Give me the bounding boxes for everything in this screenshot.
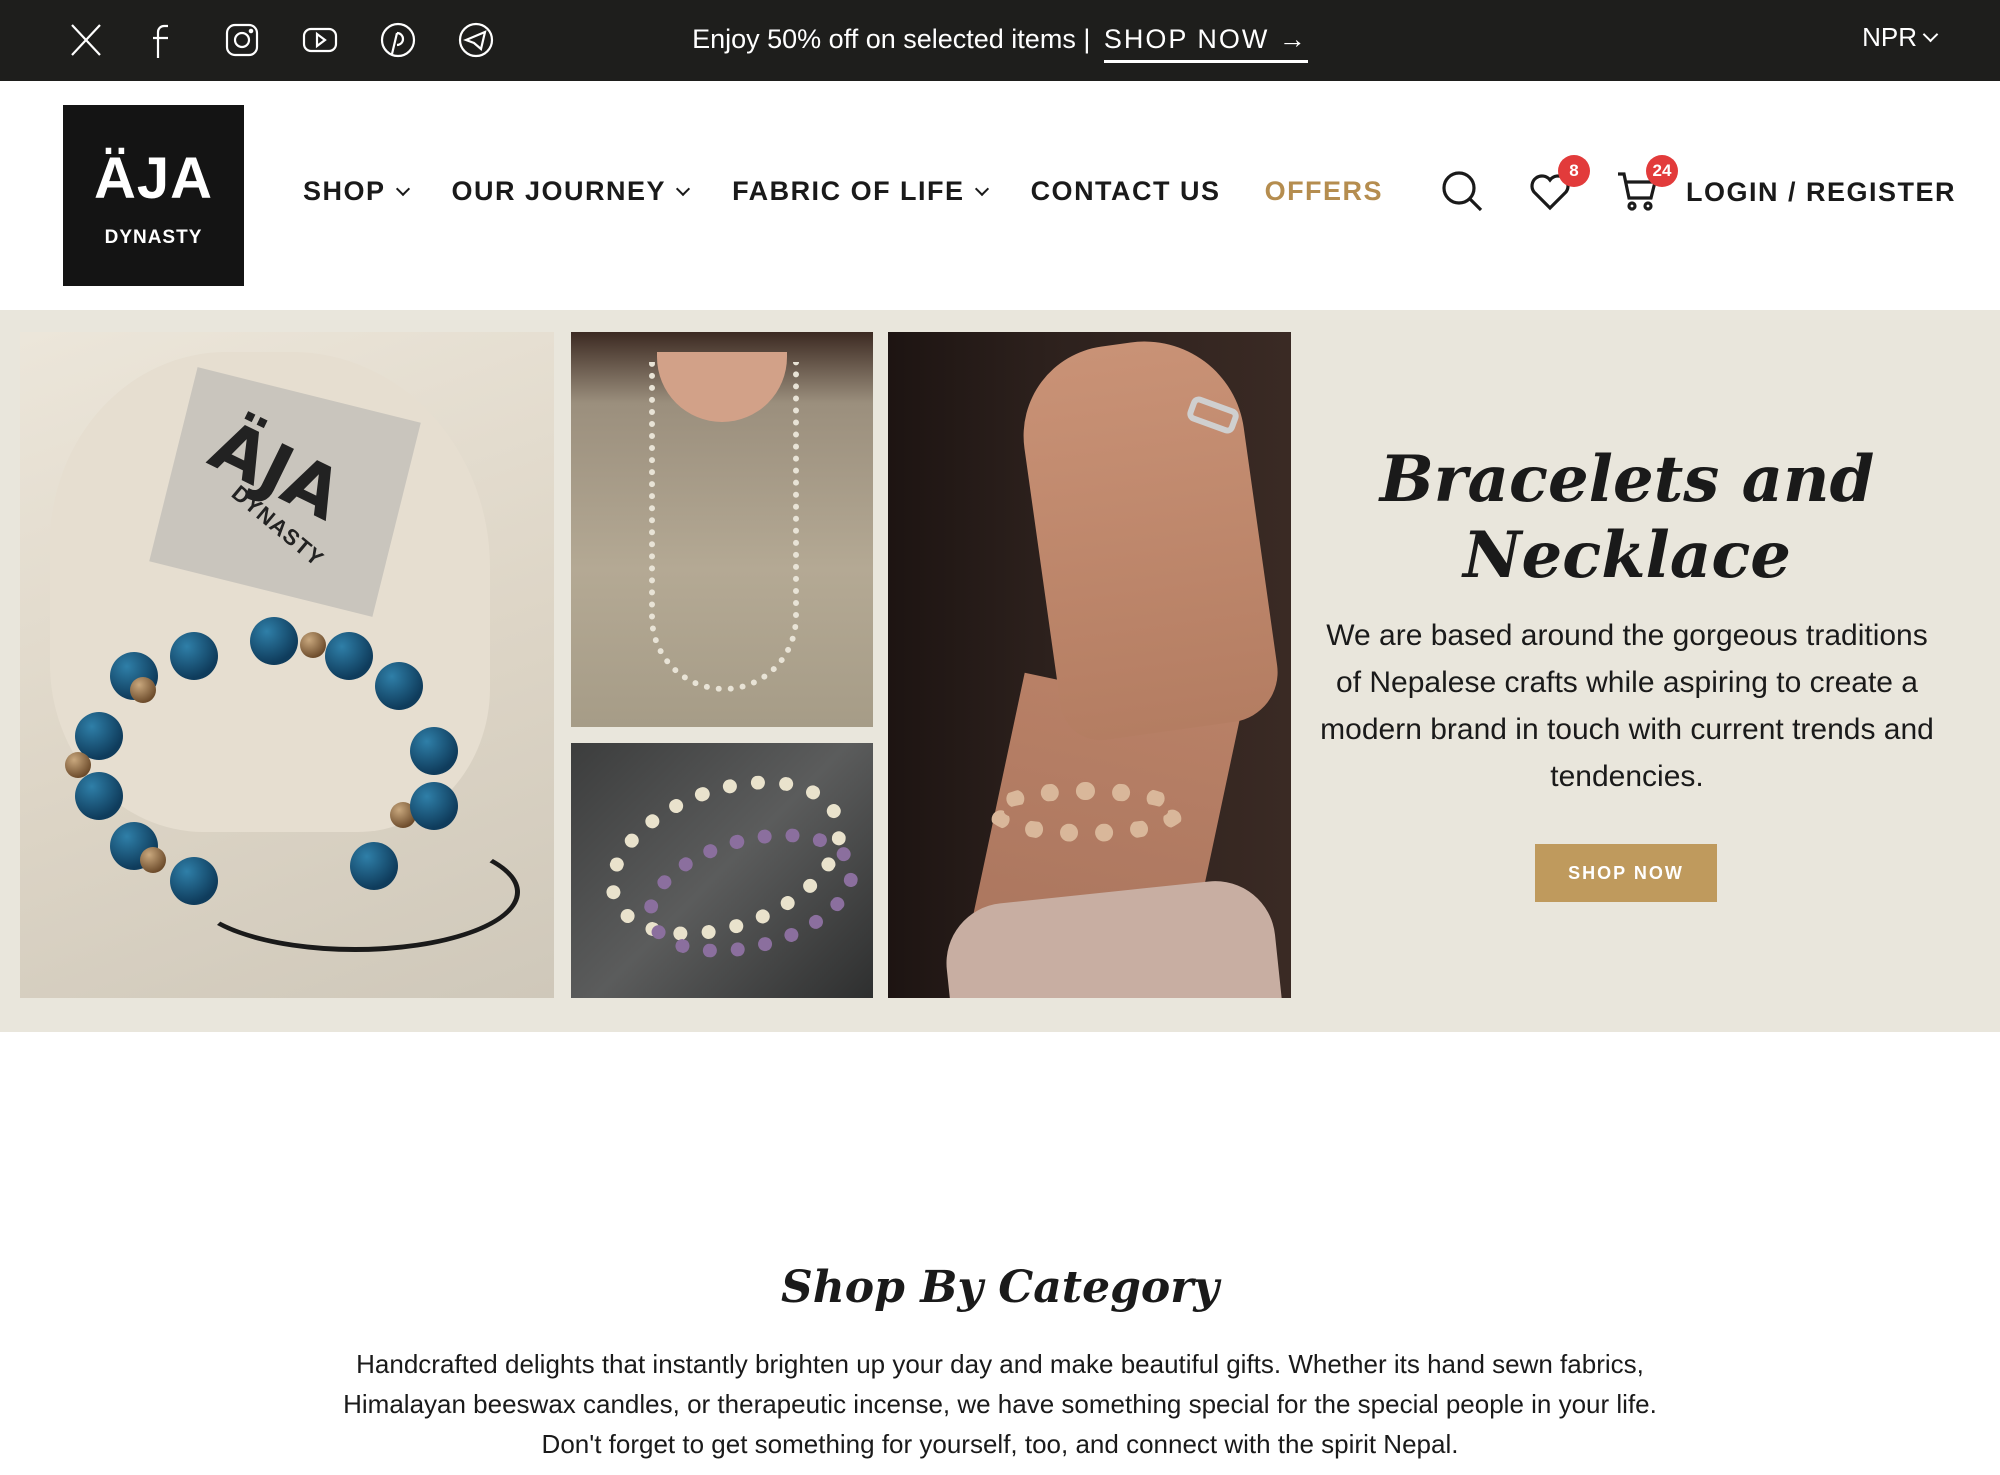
shop-by-category-description: Handcrafted delights that instantly brig… (343, 1349, 1657, 1459)
login-register-link[interactable]: LOGIN / REGISTER (1686, 177, 1956, 208)
logo-wordmark: ÄJA (93, 146, 214, 211)
logo-subtitle: DYNASTY (104, 227, 203, 248)
hero-banner: ÄJA DYNASTY Bracelets and Necklace We ar… (0, 310, 2000, 1032)
wishlist-count-badge: 8 (1558, 155, 1590, 187)
wishlist-heart-icon[interactable]: 8 (1524, 155, 1590, 217)
shop-by-category-title: Shop By Category (781, 1262, 1219, 1313)
nav-label: CONTACT US (1030, 176, 1221, 206)
bracelet-on-pouch-photo: ÄJA DYNASTY (20, 332, 554, 998)
chevron-down-icon (974, 181, 989, 196)
main-nav: SHOP OUR JOURNEY FABRIC OF LIFE CONTACT … (303, 176, 1383, 207)
chevron-down-icon (675, 181, 691, 196)
currency-selector[interactable]: NPR (1862, 22, 1939, 53)
hero-title: Bracelets and Necklace (1379, 442, 1875, 593)
nav-label: OFFERS (1264, 176, 1384, 206)
cart-icon[interactable]: 24 (1612, 155, 1678, 217)
currency-label: NPR (1862, 22, 1917, 52)
cart-count-badge: 24 (1646, 155, 1678, 187)
hero-description: We are based around the gorgeous traditi… (1320, 619, 1934, 793)
nav-item-shop[interactable]: SHOP (303, 176, 410, 207)
chevron-down-icon (1922, 26, 1939, 43)
announcement-bar: Enjoy 50% off on selected items | SHOP N… (0, 0, 2000, 81)
search-icon[interactable] (1436, 165, 1488, 217)
nav-item-fabric-of-life[interactable]: FABRIC OF LIFE (732, 176, 989, 207)
nav-item-our-journey[interactable]: OUR JOURNEY (451, 176, 691, 207)
hero-shop-now-button[interactable]: SHOP NOW (1535, 844, 1717, 902)
promo-shop-now-link[interactable]: SHOP NOW → (1103, 20, 1308, 63)
header-actions: 8 24 (1436, 155, 1678, 217)
nav-item-offers[interactable]: OFFERS (1265, 176, 1384, 207)
beaded-malas-photo (571, 743, 873, 998)
promo-text: Enjoy 50% off on selected items | (692, 24, 1091, 54)
nav-label: FABRIC OF LIFE (732, 176, 965, 206)
nav-label: OUR JOURNEY (451, 176, 667, 206)
bracelet-on-wrist-photo (888, 332, 1291, 998)
site-header: ÄJA DYNASTY SHOP OUR JOURNEY FABRIC OF L… (0, 81, 2000, 310)
nav-label: SHOP (303, 176, 386, 206)
nav-item-contact-us[interactable]: CONTACT US (1031, 176, 1221, 207)
necklace-worn-photo (571, 332, 873, 727)
brand-logo[interactable]: ÄJA DYNASTY (63, 105, 244, 286)
chevron-down-icon (395, 181, 410, 196)
hero-content: Bracelets and Necklace We are based arou… (1320, 310, 1934, 1032)
promo-banner: Enjoy 50% off on selected items | SHOP N… (0, 20, 2000, 63)
